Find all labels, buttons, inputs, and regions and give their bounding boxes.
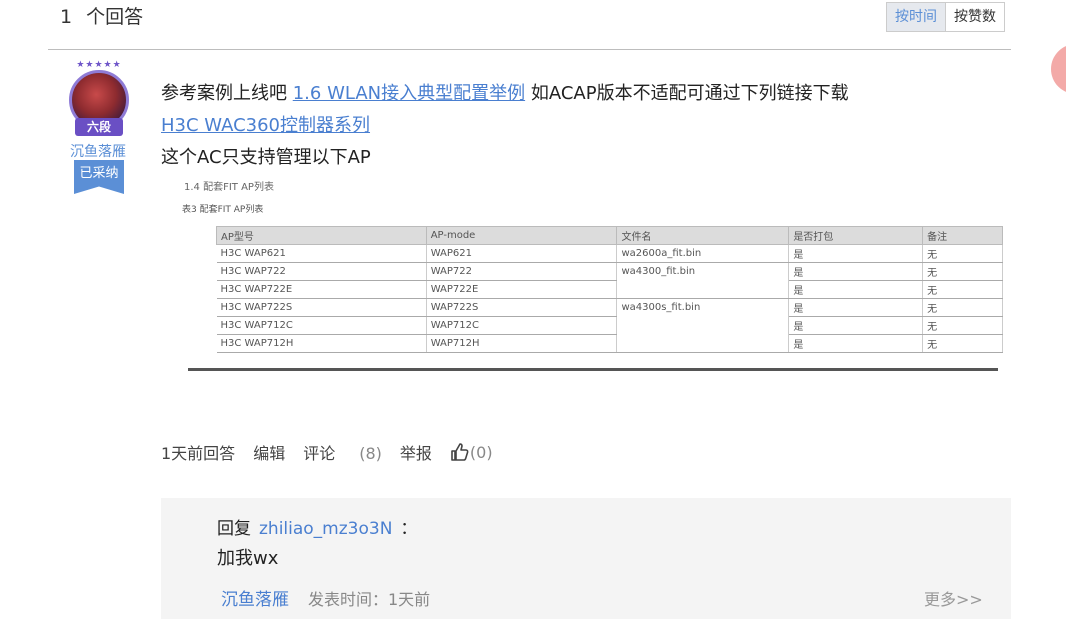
table-cell: 是	[788, 316, 924, 335]
reply-box: 回复 zhiliao_mz3o3N ： 加我wx 沉鱼落雁 发表时间：1天前 更多>…	[161, 498, 1011, 619]
table-cell: WAP722	[426, 262, 618, 281]
header-divider	[48, 49, 1011, 50]
screenshot-scrollbar	[188, 368, 998, 371]
table-cell	[616, 280, 790, 299]
table-row: H3C WAP712C WAP712C 是 无	[216, 316, 1003, 335]
table-cell: 无	[922, 316, 1003, 335]
answer-actions: 1天前回答 编辑 评论 (8) 举报 (0)	[161, 440, 511, 464]
col-header: 备注	[922, 226, 1003, 245]
table-cell: H3C WAP712C	[216, 316, 427, 335]
table-cell: 无	[922, 298, 1003, 317]
table-cell: 无	[922, 262, 1003, 281]
sort-by-likes-button[interactable]: 按赞数	[946, 3, 1004, 31]
table-cell: 是	[788, 298, 924, 317]
table-cell: 是	[788, 262, 924, 281]
answer-count-label: 个回答	[86, 6, 144, 28]
author-name-link[interactable]: 沉鱼落雁	[70, 141, 126, 161]
table-cell: H3C WAP722	[216, 262, 427, 281]
table-row: H3C WAP722 WAP722 wa4300_fit.bin 是 无	[216, 262, 1003, 281]
table-cell: 是	[788, 244, 924, 263]
table-row: H3C WAP722S WAP722S wa4300s_fit.bin 是 无	[216, 298, 1003, 317]
table-cell: WAP621	[426, 244, 618, 263]
reply-text: 加我wx	[217, 548, 279, 569]
wac360-link[interactable]: H3C WAC360控制器系列	[161, 115, 370, 136]
table-cell: 无	[922, 244, 1003, 263]
answer-line-1: 参考案例上线吧 1.6 WLAN接入典型配置举例 如ACAP版本不适配可通过下列…	[161, 78, 1011, 110]
col-header: AP型号	[216, 226, 427, 245]
answer-line-2: H3C WAC360控制器系列	[161, 110, 1011, 142]
col-header: 是否打包	[788, 226, 924, 245]
sort-toggle: 按时间 按赞数	[886, 2, 1005, 32]
comment-button[interactable]: 评论 (8)	[303, 440, 382, 464]
like-count: (0)	[469, 442, 493, 462]
reply-time: 发表时间：1天前	[308, 590, 431, 609]
like-button[interactable]: (0)	[450, 442, 493, 462]
table-cell: wa2600a_fit.bin	[616, 244, 790, 263]
author-avatar[interactable]: ★★★★★ 六段	[63, 60, 135, 136]
col-header: 文件名	[616, 226, 790, 245]
table-row: H3C WAP722E WAP722E 是 无	[216, 280, 1003, 299]
table-cell: H3C WAP722S	[216, 298, 427, 317]
sort-by-time-button[interactable]: 按时间	[887, 3, 946, 31]
table-cell: H3C WAP722E	[216, 280, 427, 299]
table-cell: 无	[922, 280, 1003, 299]
rank-stars-icon: ★★★★★	[76, 60, 122, 70]
rank-badge: 六段	[75, 118, 123, 136]
edit-button[interactable]: 编辑	[253, 440, 285, 464]
table-row: H3C WAP712H WAP712H 是 无	[216, 334, 1003, 353]
comment-count: (8)	[359, 444, 382, 463]
wlan-example-link[interactable]: 1.6 WLAN接入典型配置举例	[293, 83, 525, 104]
answer-text: 参考案例上线吧	[161, 83, 293, 104]
table-cell	[616, 316, 790, 335]
thumbs-up-icon	[451, 443, 469, 461]
table-cell: WAP712H	[426, 334, 618, 353]
reply-colon: ：	[400, 519, 418, 539]
floating-widget[interactable]	[1051, 44, 1066, 94]
table-cell: WAP712C	[426, 316, 618, 335]
col-header: AP-mode	[425, 226, 618, 245]
table-cell: wa4300_fit.bin	[616, 262, 790, 281]
embedded-screenshot: 1.4 配套FIT AP列表 表3 配套FIT AP列表 AP型号 AP-mod…	[178, 178, 1003, 374]
table-cell: 是	[788, 280, 924, 299]
table-cell	[616, 334, 790, 353]
answer-text: 如ACAP版本不适配可通过下列链接下载	[525, 83, 849, 104]
screenshot-heading: 1.4 配套FIT AP列表	[184, 182, 274, 193]
answer-time: 1天前回答	[161, 444, 236, 463]
answer-count: 1	[60, 6, 73, 28]
answer-line-3: 这个AC只支持管理以下AP	[161, 147, 371, 168]
table-cell: WAP722E	[426, 280, 618, 299]
answer-count-header: 1 个回答	[60, 2, 143, 29]
reply-header: 回复 zhiliao_mz3o3N ：	[217, 514, 417, 539]
ap-table: AP型号 AP-mode 文件名 是否打包 备注 H3C WAP621 WAP6…	[216, 226, 1003, 353]
report-button[interactable]: 举报	[400, 440, 432, 464]
table-header-row: AP型号 AP-mode 文件名 是否打包 备注	[216, 226, 1003, 245]
reply-prefix: 回复	[217, 519, 251, 539]
reply-target-link[interactable]: zhiliao_mz3o3N	[259, 519, 392, 539]
table-cell: 是	[788, 334, 924, 353]
table-cell: H3C WAP712H	[216, 334, 427, 353]
accepted-badge: 已采纳	[74, 160, 124, 194]
table-cell: 无	[922, 334, 1003, 353]
screenshot-caption: 表3 配套FIT AP列表	[182, 205, 264, 215]
answer-body: 参考案例上线吧 1.6 WLAN接入典型配置举例 如ACAP版本不适配可通过下列…	[161, 78, 1011, 174]
table-cell: wa4300s_fit.bin	[616, 298, 790, 317]
more-link[interactable]: 更多>>	[924, 586, 983, 610]
comment-label: 评论	[303, 444, 336, 463]
table-cell: WAP722S	[426, 298, 618, 317]
table-cell: H3C WAP621	[216, 244, 427, 263]
reply-user-link[interactable]: 沉鱼落雁	[221, 585, 289, 610]
table-row: H3C WAP621 WAP621 wa2600a_fit.bin 是 无	[216, 244, 1003, 263]
